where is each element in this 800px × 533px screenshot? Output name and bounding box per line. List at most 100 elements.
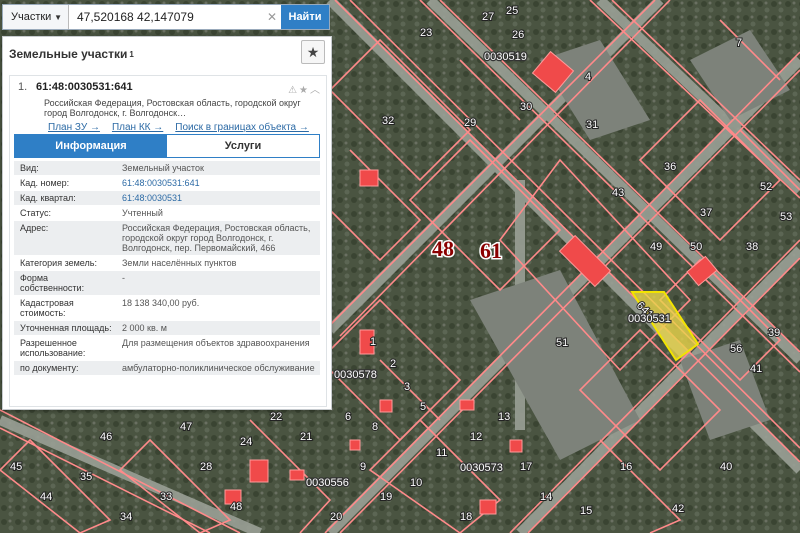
search-type-dropdown[interactable]: Участки ▼	[3, 5, 69, 29]
table-row: Статус: Учтенный	[14, 206, 320, 221]
building-number: 56	[730, 343, 742, 355]
star-icon[interactable]: ★	[301, 40, 325, 64]
building-number: 15	[580, 505, 592, 517]
building-number: 29	[464, 117, 476, 129]
row-value[interactable]: 61:48:0030531:641	[118, 176, 320, 190]
table-row: Вид: Земельный участок	[14, 161, 320, 176]
block-label: 0030573	[460, 462, 503, 474]
block-label: 0030578	[334, 369, 377, 381]
building-number: 49	[650, 241, 662, 253]
row-key: Категория земель:	[20, 258, 97, 268]
building-number: 27	[482, 11, 494, 23]
building-number: 6	[345, 411, 351, 423]
building-number: 31	[586, 119, 598, 131]
row-key: Адрес:	[20, 223, 49, 233]
table-row: Категория земель: Земли населённых пункто…	[14, 256, 320, 271]
clear-icon[interactable]: ✕	[263, 5, 281, 29]
result-count: 1	[129, 49, 134, 59]
row-key: Разрешенное использование:	[20, 338, 86, 358]
row-key: Форма собственности:	[20, 273, 85, 293]
building-number: 21	[300, 431, 312, 443]
building-number: 5	[420, 401, 426, 413]
building-number: 47	[180, 421, 192, 433]
row-value: Земли населённых пунктов	[122, 258, 237, 268]
plan-zu-link[interactable]: План ЗУ →	[48, 122, 100, 133]
building-number: 10	[410, 477, 422, 489]
row-value: амбулаторно-поликлиническое обслуживание	[122, 363, 315, 373]
building-number: 24	[240, 436, 252, 448]
row-value: Учтенный	[122, 208, 163, 218]
search-type-label: Участки	[11, 11, 52, 23]
building-number: 23	[420, 27, 432, 39]
table-row: Кад. квартал: 61:48:0030531	[14, 191, 320, 206]
info-tabs: Информация Услуги	[14, 134, 320, 158]
row-key: Кад. квартал:	[20, 193, 76, 203]
search-input[interactable]	[69, 5, 263, 29]
building-number: 53	[780, 211, 792, 223]
building-number: 25	[506, 5, 518, 17]
building-number: 3	[404, 381, 410, 393]
chevron-down-icon: ▼	[54, 12, 62, 22]
result-links: План ЗУ → План КК → Поиск в границах объ…	[10, 118, 326, 133]
info-table: Вид: Земельный участок Кад. номер: 61:48:0…	[14, 161, 320, 376]
building-number: 41	[750, 363, 762, 375]
building-number: 37	[700, 207, 712, 219]
building-number: 32	[382, 115, 394, 127]
table-row: по документу: амбулаторно-поликлиническое…	[14, 361, 320, 376]
building-number: 2	[390, 358, 396, 370]
table-row: Уточненная площадь: 2 000 кв. м	[14, 321, 320, 336]
building-number: 45	[10, 461, 22, 473]
building-number: 11	[436, 447, 447, 459]
table-row: Кад. номер: 61:48:0030531:641	[14, 176, 320, 191]
building-number: 9	[360, 461, 366, 473]
search-button[interactable]: Найти	[281, 5, 329, 29]
building-number: 40	[720, 461, 732, 473]
tab-information[interactable]: Информация	[15, 135, 167, 157]
building-number: 33	[160, 491, 172, 503]
row-key: Кадастровая стоимость:	[20, 298, 74, 318]
building-number: 46	[100, 431, 112, 443]
result-address: Российская Федерация, Ростовская область…	[44, 98, 301, 118]
warning-star-collapse-icons[interactable]: ⚠★︿	[288, 81, 322, 96]
result-index: 1.	[18, 81, 28, 93]
building-number: 20	[330, 511, 342, 523]
results-panel: Земельные участки 1 ★ 1. 61:48:0030531:6…	[2, 36, 332, 410]
plan-kk-link[interactable]: План КК →	[112, 122, 163, 133]
building-number: 19	[380, 491, 392, 503]
building-number: 48	[230, 501, 242, 513]
highlight-block-label: 0030531	[628, 313, 671, 325]
row-key: Уточненная площадь:	[20, 323, 112, 333]
row-key: Статус:	[20, 208, 51, 218]
building-number: 28	[200, 461, 212, 473]
table-row: Форма собственности: -	[14, 271, 320, 296]
tab-services[interactable]: Услуги	[167, 135, 319, 157]
search-bar: Участки ▼ ✕ Найти	[2, 4, 330, 30]
block-label: 0030556	[306, 477, 349, 489]
result-cad-number[interactable]: 61:48:0030531:641	[36, 81, 133, 96]
building-number: 22	[270, 411, 282, 423]
building-number: 7	[736, 37, 742, 49]
building-number: 16	[620, 461, 632, 473]
building-number: 36	[664, 161, 676, 173]
building-number: 4	[585, 71, 591, 83]
row-value: Для размещения объектов здравоохранения	[122, 338, 310, 348]
result-card: 1. 61:48:0030531:641 ⚠★︿ Российская Феде…	[9, 75, 327, 407]
building-number: 34	[120, 511, 132, 523]
building-number: 8	[372, 421, 378, 433]
building-number: 1	[370, 336, 376, 348]
panel-title: Земельные участки	[9, 47, 128, 61]
table-row: Разрешенное использование: Для размещения…	[14, 336, 320, 361]
building-number: 38	[746, 241, 758, 253]
building-number: 44	[40, 491, 52, 503]
row-key: Вид:	[20, 163, 39, 173]
block-label: 0030519	[484, 51, 527, 63]
building-number: 42	[672, 503, 684, 515]
building-number: 43	[612, 187, 624, 199]
building-number: 26	[512, 29, 524, 41]
building-number: 14	[540, 491, 552, 503]
building-number: 51	[556, 337, 568, 349]
search-in-bounds-link[interactable]: Поиск в границах объекта →	[175, 122, 309, 133]
building-number: 35	[80, 471, 92, 483]
row-value[interactable]: 61:48:0030531	[118, 191, 320, 205]
building-number: 52	[760, 181, 772, 193]
